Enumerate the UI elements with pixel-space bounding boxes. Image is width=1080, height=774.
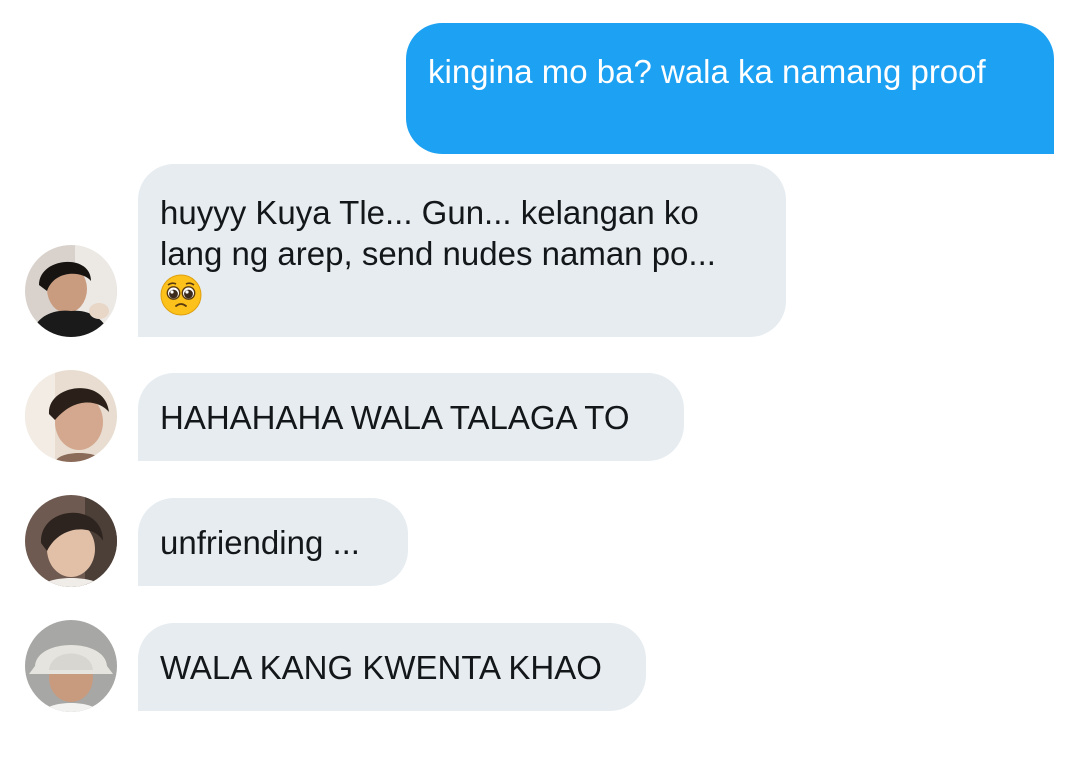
message-text: kingina mo ba? wala ka namang proof [428, 53, 986, 90]
incoming-message-bubble[interactable]: huyyy Kuya Tle... Gun... kelangan ko lan… [138, 164, 786, 337]
incoming-message-bubble[interactable]: HAHAHAHA WALA TALAGA TO [138, 373, 684, 461]
sender-avatar[interactable] [25, 245, 117, 337]
message-text: huyyy Kuya Tle... Gun... kelangan ko lan… [160, 194, 716, 272]
dm-conversation: kingina mo ba? wala ka namang proof huyy… [0, 0, 1080, 774]
pleading-face-icon [160, 274, 202, 316]
avatar-photo [25, 370, 117, 462]
outgoing-message-bubble[interactable]: kingina mo ba? wala ka namang proof [406, 23, 1054, 154]
incoming-message-bubble[interactable]: WALA KANG KWENTA KHAO [138, 623, 646, 711]
message-text: HAHAHAHA WALA TALAGA TO [160, 399, 630, 436]
incoming-message-bubble[interactable]: unfriending ... [138, 498, 408, 586]
sender-avatar[interactable] [25, 495, 117, 587]
avatar-photo [25, 495, 117, 587]
message-text: WALA KANG KWENTA KHAO [160, 649, 602, 686]
avatar-photo [25, 620, 117, 712]
sender-avatar[interactable] [25, 620, 117, 712]
sender-avatar[interactable] [25, 370, 117, 462]
avatar-photo [25, 245, 117, 337]
message-text: unfriending ... [160, 524, 360, 561]
